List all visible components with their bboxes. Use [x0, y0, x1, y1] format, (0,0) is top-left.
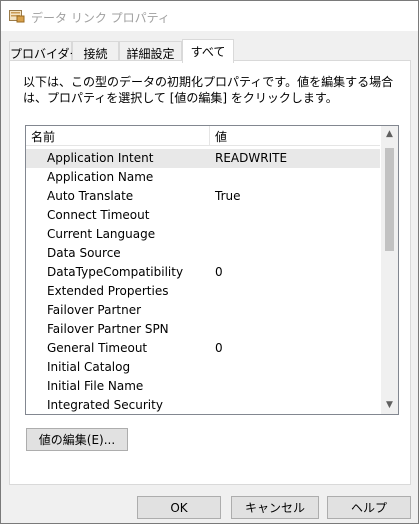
column-header-value[interactable]: 値 [215, 128, 227, 145]
vertical-scrollbar[interactable]: ▲ ▼ [381, 126, 398, 414]
table-row[interactable]: DataTypeCompatibility 0 [26, 263, 380, 282]
table-row[interactable]: Failover Partner SPN [26, 320, 380, 339]
property-name: Failover Partner SPN [47, 322, 169, 336]
table-row[interactable]: Connect Timeout [26, 206, 380, 225]
ok-button[interactable]: OK [137, 496, 221, 519]
property-grid[interactable]: 名前 値 Application Intent READWRITE Applica… [25, 125, 399, 415]
property-value: True [215, 189, 241, 203]
scrollbar-thumb[interactable] [385, 148, 394, 251]
table-row[interactable]: Application Intent READWRITE [26, 149, 380, 168]
table-row[interactable]: Data Source [26, 244, 380, 263]
table-row[interactable]: Current Language [26, 225, 380, 244]
table-row[interactable]: Extended Properties [26, 282, 380, 301]
table-row[interactable]: Initial Catalog [26, 358, 380, 377]
dialog-button-bar: OK キャンセル ヘルプ [1, 486, 418, 523]
property-name: Failover Partner [47, 303, 142, 317]
property-name: Application Intent [47, 151, 154, 165]
column-divider[interactable] [209, 126, 210, 146]
property-value: 0 [215, 265, 223, 279]
window-title: データ リンク プロパティ [31, 11, 170, 25]
property-name: Data Source [47, 246, 121, 260]
edit-value-button[interactable]: 値の編集(E)... [26, 428, 128, 451]
chevron-up-icon[interactable]: ▲ [381, 126, 398, 143]
property-value: 0 [215, 341, 223, 355]
tab-provider[interactable]: プロバイダー [9, 41, 82, 62]
column-header-name[interactable]: 名前 [31, 128, 55, 145]
property-name: Integrated Security [47, 398, 163, 412]
property-name: DataTypeCompatibility [47, 265, 184, 279]
property-name: Initial File Name [47, 379, 144, 393]
table-row[interactable]: Failover Partner [26, 301, 380, 320]
cancel-button[interactable]: キャンセル [231, 496, 319, 519]
tab-connection[interactable]: 接続 [72, 41, 119, 62]
property-name: Connect Timeout [47, 208, 150, 222]
table-row[interactable]: General Timeout 0 [26, 339, 380, 358]
data-link-properties-dialog: データ リンク プロパティ プロバイダー 接続 詳細設定 すべて 以下は、この型… [0, 0, 419, 524]
table-row[interactable]: Auto Translate True [26, 187, 380, 206]
chevron-down-icon[interactable]: ▼ [381, 397, 398, 414]
tab-all[interactable]: すべて [182, 39, 234, 63]
tab-panel-all: 以下は、この型のデータの初期化プロパティです。値を編集する場合は、プロパティを選… [9, 60, 411, 485]
property-name: Application Name [47, 170, 154, 184]
grid-rows: Application Intent READWRITE Application … [26, 149, 380, 414]
property-name: Current Language [47, 227, 156, 241]
title-bar[interactable]: データ リンク プロパティ [1, 1, 418, 31]
property-name: Initial Catalog [47, 360, 131, 374]
description-text: 以下は、この型のデータの初期化プロパティです。値を編集する場合は、プロパティを選… [23, 75, 394, 105]
grid-header: 名前 値 [26, 126, 380, 146]
property-value: READWRITE [215, 151, 288, 165]
tab-strip: プロバイダー 接続 詳細設定 すべて [9, 39, 411, 63]
property-name: General Timeout [47, 341, 148, 355]
help-button[interactable]: ヘルプ [327, 496, 411, 519]
data-link-icon [9, 10, 25, 23]
tab-advanced[interactable]: 詳細設定 [119, 41, 182, 62]
table-row[interactable]: Initial File Name [26, 377, 380, 396]
table-row[interactable]: Integrated Security [26, 396, 380, 414]
property-name: Auto Translate [47, 189, 134, 203]
property-name: Extended Properties [47, 284, 169, 298]
table-row[interactable]: Application Name [26, 168, 380, 187]
